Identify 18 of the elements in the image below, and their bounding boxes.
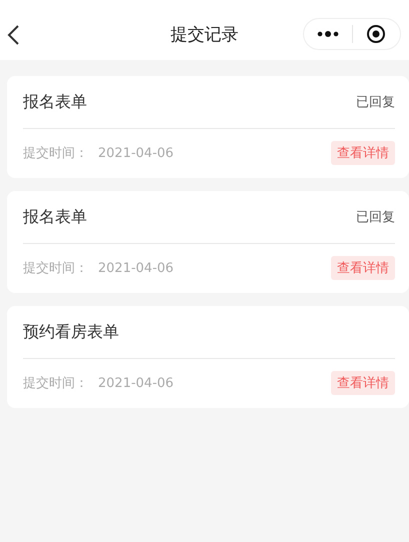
reply-status: 已回复	[356, 94, 395, 111]
reply-status: 已回复	[356, 209, 395, 226]
form-title: 报名表单	[23, 92, 87, 112]
view-details-button[interactable]: 查看详情	[331, 141, 395, 165]
submit-date: 2021-04-06	[98, 146, 174, 160]
submit-date: 2021-04-06	[98, 260, 174, 276]
submit-time-label: 提交时间：	[23, 375, 88, 392]
view-details-button[interactable]: 查看详情	[331, 371, 395, 395]
submit-time-label: 提交时间：	[23, 145, 88, 162]
submit-date: 2021-04-06	[98, 376, 174, 390]
view-details-button[interactable]: 查看详情	[331, 256, 395, 280]
page-title: 提交记录	[170, 24, 238, 46]
close-icon[interactable]	[366, 24, 386, 44]
back-icon[interactable]	[6, 24, 20, 46]
more-icon[interactable]	[316, 31, 339, 37]
submit-time-label: 提交时间：	[23, 260, 88, 277]
form-title: 报名表单	[23, 206, 87, 228]
form-title: 预约看房表单	[23, 322, 119, 342]
